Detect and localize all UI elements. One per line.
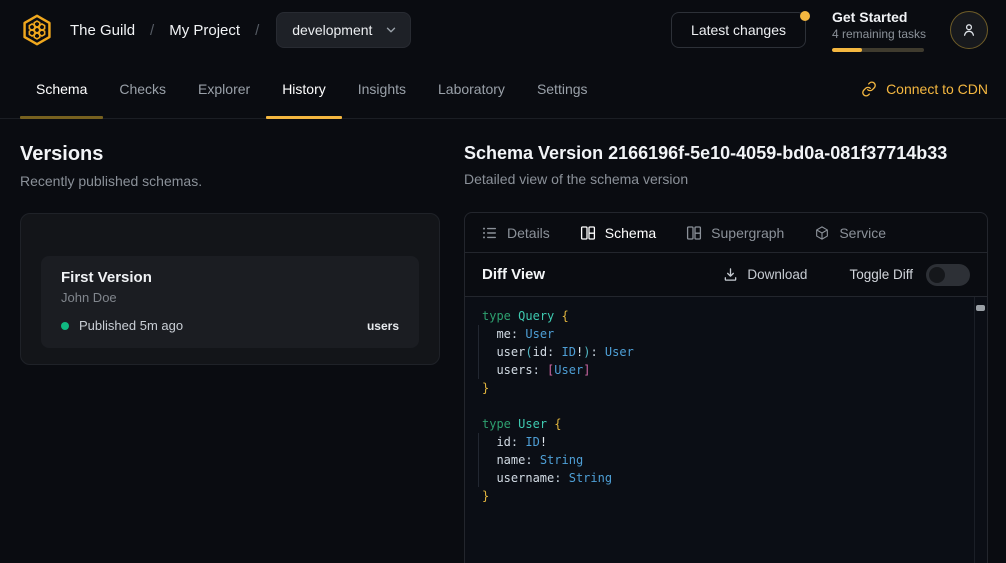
switch-knob (929, 267, 945, 283)
nav-tab-checks[interactable]: Checks (103, 60, 182, 118)
code-line: } (482, 487, 963, 505)
version-status-row: Published 5m ago users (61, 318, 399, 333)
service-badge: users (367, 319, 399, 333)
version-name: First Version (61, 269, 399, 286)
detail-tab-label: Schema (605, 225, 656, 241)
scrollbar-thumb[interactable] (976, 305, 985, 311)
person-icon (961, 22, 977, 38)
nav-tab-history[interactable]: History (266, 60, 342, 118)
version-detail-panel: Details Schema Supergraph Service Diff View… (464, 212, 988, 563)
progress-fill (832, 48, 862, 52)
detail-tab-label: Service (839, 225, 886, 241)
breadcrumb-separator: / (255, 22, 259, 39)
nav-tab-settings[interactable]: Settings (521, 60, 604, 118)
download-label: Download (747, 267, 807, 282)
schema-version-title: Schema Version 2166196f-5e10-4059-bd0a-0… (464, 143, 988, 164)
hive-logo-icon[interactable] (20, 13, 54, 47)
versions-subtitle: Recently published schemas. (20, 173, 440, 189)
get-started-widget[interactable]: Get Started 4 remaining tasks (832, 9, 924, 52)
diff-view-header: Diff View Download Toggle Diff (465, 253, 987, 296)
get-started-title: Get Started (832, 9, 924, 25)
toggle-diff-group: Toggle Diff (849, 264, 970, 286)
environment-select[interactable]: development (276, 12, 411, 48)
connect-to-cdn-button[interactable]: Connect to CDN (861, 60, 988, 118)
version-list-item[interactable]: First Version John Doe Published 5m ago … (41, 256, 419, 348)
detail-tab-details[interactable]: Details (482, 225, 550, 241)
diff-actions: Download Toggle Diff (723, 264, 970, 286)
main-content: Versions Recently published schemas. Fir… (0, 119, 1006, 563)
get-started-progressbar (832, 48, 924, 52)
toggle-diff-switch[interactable] (926, 264, 970, 286)
notification-dot (800, 11, 810, 21)
columns-icon (580, 225, 596, 241)
code-line: user(id: ID!): User (482, 343, 963, 361)
code-line (482, 397, 963, 415)
download-icon (723, 267, 738, 282)
detail-tab-schema[interactable]: Schema (580, 225, 656, 241)
code-line: type Query { (482, 307, 963, 325)
breadcrumb-project[interactable]: My Project (169, 22, 240, 39)
detail-tab-service[interactable]: Service (814, 225, 886, 241)
nav-tab-schema[interactable]: Schema (20, 60, 103, 118)
versions-column: Versions Recently published schemas. Fir… (20, 143, 440, 563)
target-nav: SchemaChecksExplorerHistoryInsightsLabor… (0, 60, 1006, 119)
code-line: users: [User] (482, 361, 963, 379)
version-detail-column: Schema Version 2166196f-5e10-4059-bd0a-0… (464, 143, 988, 563)
scrollbar-track (974, 297, 975, 563)
published-dot-icon (61, 322, 69, 330)
breadcrumb-org[interactable]: The Guild (70, 22, 135, 39)
get-started-subtitle: 4 remaining tasks (832, 27, 924, 41)
versions-list-card: First Version John Doe Published 5m ago … (20, 213, 440, 365)
detail-tabs: Details Schema Supergraph Service (465, 213, 987, 253)
version-status: Published 5m ago (79, 318, 183, 333)
schema-version-subtitle: Detailed view of the schema version (464, 171, 988, 187)
code-line: me: User (482, 325, 963, 343)
schema-code-view[interactable]: type Query { me: User user(id: ID!): Use… (465, 296, 987, 563)
detail-tab-supergraph[interactable]: Supergraph (686, 225, 784, 241)
top-header: The Guild / My Project / development Lat… (0, 0, 1006, 60)
code-line: name: String (482, 451, 963, 469)
nav-tab-insights[interactable]: Insights (342, 60, 422, 118)
latest-changes-button[interactable]: Latest changes (671, 12, 806, 48)
versions-title: Versions (20, 143, 440, 166)
code-line: type User { (482, 415, 963, 433)
detail-tab-label: Supergraph (711, 225, 784, 241)
nav-tabs: SchemaChecksExplorerHistoryInsightsLabor… (20, 60, 604, 118)
nav-tab-laboratory[interactable]: Laboratory (422, 60, 521, 118)
connect-to-cdn-label: Connect to CDN (886, 81, 988, 97)
cube-icon (814, 225, 830, 241)
download-button[interactable]: Download (723, 267, 807, 282)
link-icon (861, 81, 877, 97)
nav-tab-explorer[interactable]: Explorer (182, 60, 266, 118)
breadcrumb-separator: / (150, 22, 154, 39)
code-line: username: String (482, 469, 963, 487)
header-right: Latest changes Get Started 4 remaining t… (671, 9, 988, 52)
environment-select-value: development (292, 22, 372, 38)
version-author: John Doe (61, 290, 399, 305)
detail-tab-label: Details (507, 225, 550, 241)
code-line: } (482, 379, 963, 397)
list-icon (482, 225, 498, 241)
diff-view-title: Diff View (482, 266, 545, 283)
user-avatar[interactable] (950, 11, 988, 49)
chevron-down-icon (384, 23, 398, 37)
code-line: id: ID! (482, 433, 963, 451)
columns-icon (686, 225, 702, 241)
toggle-diff-label: Toggle Diff (849, 267, 913, 282)
